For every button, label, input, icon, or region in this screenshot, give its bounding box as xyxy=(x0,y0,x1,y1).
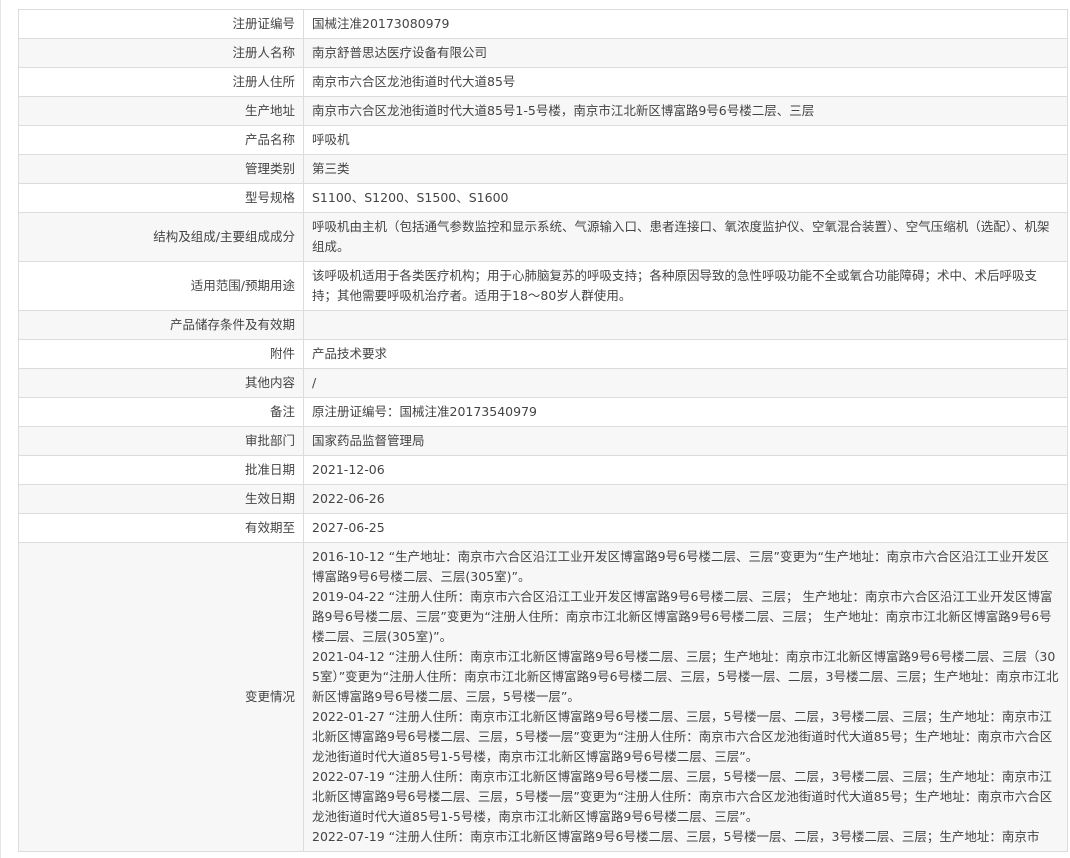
row-value-approval-dept: 国家药品监督管理局 xyxy=(303,426,1068,456)
table-row: 结构及组成/主要组成成分 呼吸机由主机（包括通气参数监控和显示系统、气源输入口、… xyxy=(18,212,1068,262)
row-label-attachment: 附件 xyxy=(18,339,304,369)
table-row: 审批部门 国家药品监督管理局 xyxy=(18,426,1068,456)
table-row: 管理类别 第三类 xyxy=(18,154,1068,184)
row-value-registrant-address: 南京市六合区龙池街道时代大道85号 xyxy=(303,67,1068,97)
table-row: 产品储存条件及有效期 xyxy=(18,310,1068,340)
row-value-registrant-name: 南京舒普思达医疗设备有限公司 xyxy=(303,38,1068,68)
table-row: 注册人住所 南京市六合区龙池街道时代大道85号 xyxy=(18,67,1068,97)
table-row: 适用范围/预期用途 该呼吸机适用于各类医疗机构；用于心肺脑复苏的呼吸支持；各种原… xyxy=(18,261,1068,311)
table-row: 备注 原注册证编号：国械注准20173540979 xyxy=(18,397,1068,427)
table-row: 产品名称 呼吸机 xyxy=(18,125,1068,155)
registration-table-body: 注册证编号 国械注准20173080979 注册人名称 南京舒普思达医疗设备有限… xyxy=(18,9,1068,852)
row-value-attachment: 产品技术要求 xyxy=(303,339,1068,369)
change-entry: 2022-07-19 “注册人住所：南京市江北新区博富路9号6号楼二层、三层，5… xyxy=(312,769,1053,824)
row-value-other: / xyxy=(303,368,1068,398)
table-row: 注册人名称 南京舒普思达医疗设备有限公司 xyxy=(18,38,1068,68)
change-entry: 2022-01-27 “注册人住所：南京市江北新区博富路9号6号楼二层、三层，5… xyxy=(312,709,1053,764)
row-value-storage xyxy=(303,310,1068,340)
table-row: 有效期至 2027-06-25 xyxy=(18,513,1068,543)
row-label-effective-date: 生效日期 xyxy=(18,484,304,514)
row-value-approval-date: 2021-12-06 xyxy=(303,455,1068,485)
row-label-valid-until: 有效期至 xyxy=(18,513,304,543)
row-label-remark: 备注 xyxy=(18,397,304,427)
table-row: 型号规格 S1100、S1200、S1500、S1600 xyxy=(18,183,1068,213)
change-entry: 2022-07-19 “注册人住所：南京市江北新区博富路9号6号楼二层、三层，5… xyxy=(312,829,1040,844)
row-value-management-class: 第三类 xyxy=(303,154,1068,184)
row-label-storage: 产品储存条件及有效期 xyxy=(18,310,304,340)
row-label-product-name: 产品名称 xyxy=(18,125,304,155)
row-label-changes: 变更情况 xyxy=(18,542,304,852)
row-value-intended-use: 该呼吸机适用于各类医疗机构；用于心肺脑复苏的呼吸支持；各种原因导致的急性呼吸功能… xyxy=(303,261,1068,311)
row-value-product-name: 呼吸机 xyxy=(303,125,1068,155)
row-value-remark: 原注册证编号：国械注准20173540979 xyxy=(303,397,1068,427)
table-row: 附件 产品技术要求 xyxy=(18,339,1068,369)
page-left-border xyxy=(0,0,1,858)
row-value-model-spec: S1100、S1200、S1500、S1600 xyxy=(303,183,1068,213)
table-row: 生产地址 南京市六合区龙池街道时代大道85号1-5号楼，南京市江北新区博富路9号… xyxy=(18,96,1068,126)
row-label-intended-use: 适用范围/预期用途 xyxy=(18,261,304,311)
change-entry: 2019-04-22 “注册人住所：南京市六合区沿江工业开发区博富路9号6号楼二… xyxy=(312,589,1053,644)
row-value-production-address: 南京市六合区龙池街道时代大道85号1-5号楼，南京市江北新区博富路9号6号楼二层… xyxy=(303,96,1068,126)
row-label-other: 其他内容 xyxy=(18,368,304,398)
row-value-effective-date: 2022-06-26 xyxy=(303,484,1068,514)
table-row-changes: 变更情况 2016-10-12 “生产地址：南京市六合区沿江工业开发区博富路9号… xyxy=(18,542,1068,852)
row-label-approval-date: 批准日期 xyxy=(18,455,304,485)
row-value-structure: 呼吸机由主机（包括通气参数监控和显示系统、气源输入口、患者连接口、氧浓度监护仪、… xyxy=(303,212,1068,262)
table-row: 批准日期 2021-12-06 xyxy=(18,455,1068,485)
table-row: 其他内容 / xyxy=(18,368,1068,398)
change-entry: 2016-10-12 “生产地址：南京市六合区沿江工业开发区博富路9号6号楼二层… xyxy=(312,549,1049,584)
row-label-model-spec: 型号规格 xyxy=(18,183,304,213)
row-value-changes: 2016-10-12 “生产地址：南京市六合区沿江工业开发区博富路9号6号楼二层… xyxy=(303,542,1068,852)
row-label-production-address: 生产地址 xyxy=(18,96,304,126)
row-label-registrant-address: 注册人住所 xyxy=(18,67,304,97)
table-row: 注册证编号 国械注准20173080979 xyxy=(18,9,1068,39)
row-value-valid-until: 2027-06-25 xyxy=(303,513,1068,543)
change-entry: 2021-04-12 “注册人住所：南京市江北新区博富路9号6号楼二层、三层；生… xyxy=(312,649,1059,704)
registration-table: 注册证编号 国械注准20173080979 注册人名称 南京舒普思达医疗设备有限… xyxy=(18,9,1068,852)
row-label-approval-dept: 审批部门 xyxy=(18,426,304,456)
row-label-management-class: 管理类别 xyxy=(18,154,304,184)
row-value-registration-number: 国械注准20173080979 xyxy=(303,9,1068,39)
row-label-structure: 结构及组成/主要组成成分 xyxy=(18,212,304,262)
row-label-registrant-name: 注册人名称 xyxy=(18,38,304,68)
row-label-registration-number: 注册证编号 xyxy=(18,9,304,39)
table-row: 生效日期 2022-06-26 xyxy=(18,484,1068,514)
